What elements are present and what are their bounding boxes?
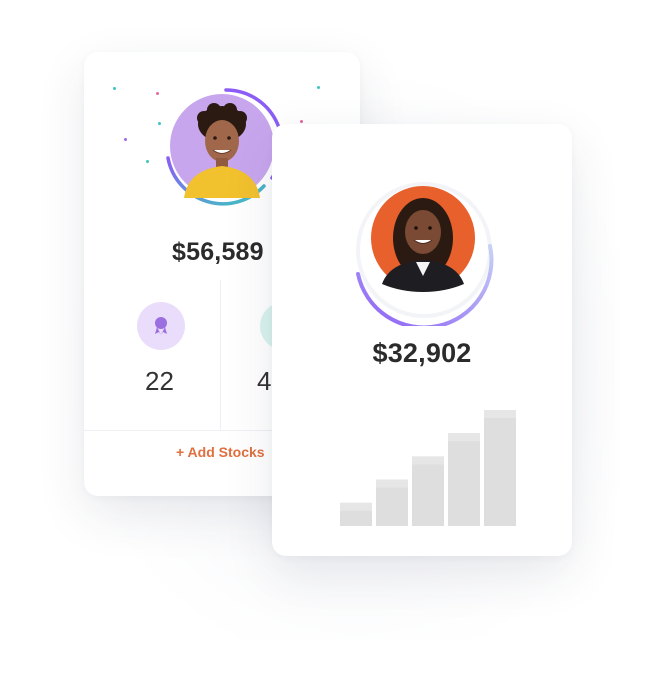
bar-cap-4 [448,433,480,442]
portfolio-amount: $56,589 [172,238,264,266]
add-stocks-button[interactable]: + Add Stocks [176,444,265,460]
stats-divider [220,280,221,430]
avatar-ring-icon [166,88,284,206]
confetti-dot [317,86,320,89]
avatar[interactable] [164,86,284,206]
bar-cap-3 [412,456,444,465]
bar-cap-1 [340,502,372,511]
stage: $56,589 22 4 + Add Stocks $32,902 [0,0,655,676]
bar-3 [412,456,444,526]
growth-bar-chart [340,410,516,526]
confetti-dot [300,120,303,123]
stat-value: 4 [257,366,272,396]
confetti-dot [124,138,127,141]
award-badge[interactable] [137,302,185,350]
portfolio-card-front[interactable]: $32,902 [272,124,572,556]
confetti-dot [146,160,149,163]
bar-4 [448,433,480,526]
confetti-dot [113,87,116,90]
avatar-ring-icon [356,182,494,326]
avatar[interactable] [350,176,500,326]
bar-cap-2 [376,479,408,488]
bar-cap-5 [484,410,516,418]
bar-5 [484,410,516,526]
stat-value: 22 [145,366,174,396]
confetti-dot [156,92,159,95]
award-icon [155,317,167,335]
portfolio-amount: $32,902 [372,338,472,368]
confetti-dot [158,122,161,125]
